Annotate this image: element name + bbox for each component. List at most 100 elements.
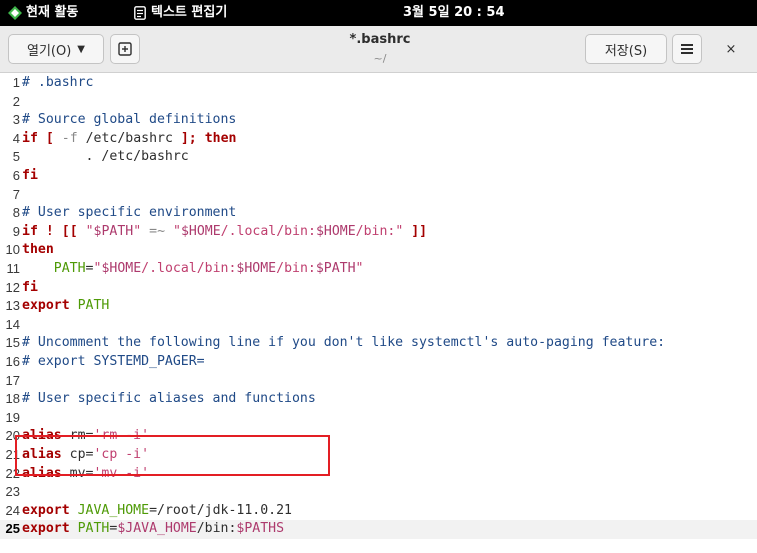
line-number: 6 [12,168,20,183]
code-text: export PATH [22,297,109,316]
code-line[interactable]: 21 alias cp='cp -i' [0,446,757,465]
code-token: " [173,223,181,239]
code-text: fi [22,279,38,298]
code-line[interactable]: 23 [0,483,757,502]
code-token: ! [45,223,54,239]
line-number: 11 [6,261,21,276]
code-token: /.local/bin: [220,223,316,239]
line-number: 16 [5,354,20,369]
line-number: 5 [12,149,20,165]
code-text: if [ -f /etc/bashrc ]; then [22,130,236,149]
code-text: # export SYSTEMD_PAGER= [22,353,205,372]
line-number: 10 [5,242,20,258]
line-number: 18 [5,391,20,407]
open-button[interactable]: 열기(O) ▼ [8,34,104,64]
code-token: rm= [61,428,94,444]
code-token: =/root/jdk-11.0.21 [149,502,292,518]
code-line[interactable]: 7 [0,186,757,205]
code-token: 'cp -i' [93,447,150,462]
code-token: export [22,502,70,518]
code-line[interactable]: 17 [0,372,757,391]
code-line[interactable]: 10 then [0,241,757,260]
code-token: [[ [61,223,78,239]
code-token: # Source global definitions [22,112,237,128]
code-text: # User specific environment [22,204,236,223]
code-line[interactable]: 25 export PATH=$JAVA_HOME/bin:$PATHS [0,520,757,539]
code-token: /.local/bin: [141,261,237,276]
line-number: 21 [5,447,20,462]
line-number: 3 [12,112,20,128]
code-token: if [22,130,38,146]
line-number: 9 [12,223,20,239]
line-number: 2 [12,93,20,109]
code-token: export [22,521,70,537]
code-line[interactable]: 14 [0,316,757,335]
code-token: $PATH [93,223,134,239]
code-token: " [133,223,142,239]
code-line[interactable]: 20 alias rm='rm -i' [0,427,757,446]
line-number: 17 [5,372,20,388]
code-token: alias [22,428,62,444]
code-token: export [22,298,70,314]
code-line[interactable]: 9 if ! [[ "$PATH" =~ "$HOME/.local/bin:$H… [0,223,757,242]
code-token: # User specific environment [22,205,237,221]
code-token: " [85,223,94,239]
save-button[interactable]: 저장(S) [585,34,667,64]
code-token: $HOME [236,261,277,276]
code-line[interactable]: 15 # Uncomment the following line if you … [0,334,757,353]
system-top-bar: 현재 활동 텍스트 편집기 3월 5일 20 : 54 [0,0,757,26]
code-text: alias cp='cp -i' [22,446,149,465]
code-line[interactable]: 2 [0,93,757,112]
code-token: $HOME [315,223,356,239]
code-line[interactable]: 19 [0,409,757,428]
activities-button[interactable]: 현재 활동 [26,0,78,26]
code-line[interactable]: 18 # User specific aliases and functions [0,390,757,409]
code-token: $PATH [315,261,356,276]
code-token: " [355,261,364,276]
code-text: # .bashrc [22,74,93,93]
code-token: # Uncomment the following line if you do… [22,335,666,351]
code-token: PATH [53,261,86,276]
document-path: ~/ [373,52,387,65]
code-line[interactable]: 24 export JAVA_HOME=/root/jdk-11.0.21 [0,502,757,521]
code-token: $JAVA_HOME [117,521,197,537]
line-number: 13 [5,298,20,314]
activities-icon[interactable] [8,6,22,20]
code-text: then [22,241,54,260]
line-number: 23 [5,484,20,500]
new-tab-button[interactable] [110,34,140,64]
code-token: -f [61,130,78,146]
code-token: /bin: [276,261,316,276]
code-token: fi [22,279,38,295]
clock[interactable]: 3월 5일 20 : 54 [403,0,505,26]
code-text: alias mv='mv -i' [22,465,149,484]
code-line[interactable]: 5 . /etc/bashrc [0,148,757,167]
code-line[interactable]: 4 if [ -f /etc/bashrc ]; then [0,130,757,149]
code-line[interactable]: 1 # .bashrc [0,74,757,93]
code-line[interactable]: 12 fi [0,279,757,298]
app-menu-button[interactable]: 텍스트 편집기 [151,0,227,26]
code-line[interactable]: 13 export PATH [0,297,757,316]
code-token: JAVA_HOME [77,502,150,518]
code-line[interactable]: 11 PATH="$HOME/.local/bin:$HOME/bin:$PAT… [0,260,757,279]
code-token: ]; [180,130,197,146]
line-number: 25 [5,521,20,537]
text-editor-area[interactable]: 1 # .bashrc 2 3 # Source global definitions 4… [0,73,757,553]
code-line[interactable]: 22 alias mv='mv -i' [0,465,757,484]
code-line[interactable]: 8 # User specific environment [0,204,757,223]
code-token: cp= [61,447,94,462]
hamburger-menu-button[interactable] [672,34,702,64]
code-token: $PATHS [236,521,285,537]
code-line[interactable]: 16 # export SYSTEMD_PAGER= [0,353,757,372]
code-token: ]] [411,223,428,239]
code-line[interactable]: 6 fi [0,167,757,186]
close-window-button[interactable]: × [716,34,746,64]
code-line[interactable]: 3 # Source global definitions [0,111,757,130]
code-text: # Uncomment the following line if you do… [22,334,665,353]
